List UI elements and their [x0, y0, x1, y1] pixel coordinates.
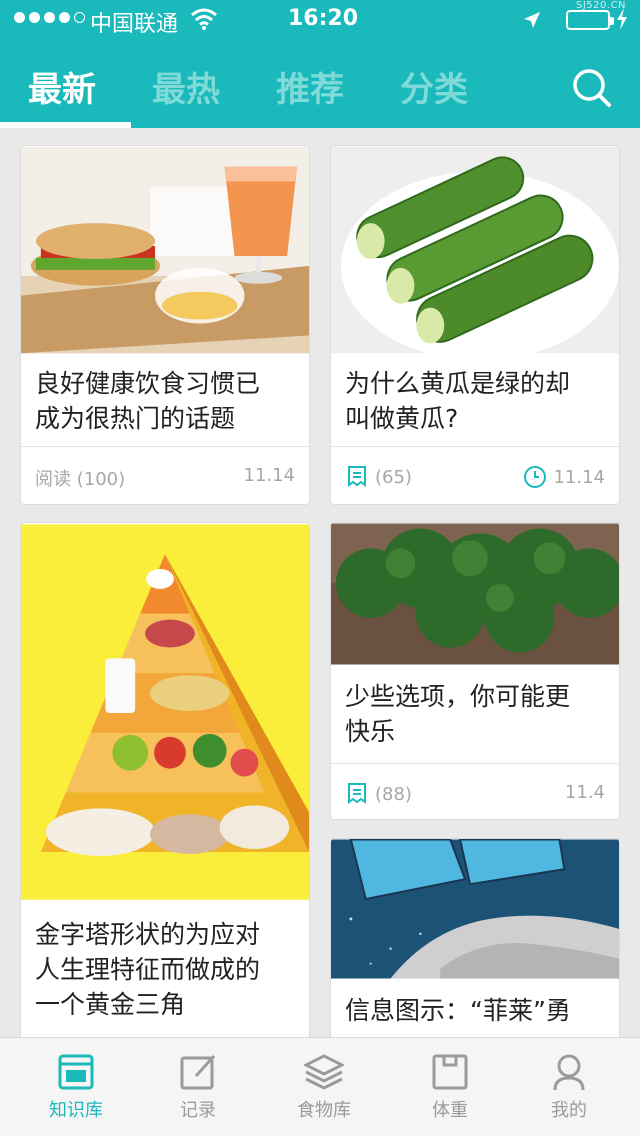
article-card[interactable]: 为什么黄瓜是绿的却 叫做黄瓜? (65) 11.14	[330, 145, 620, 505]
clock-time: 16:20	[288, 6, 359, 31]
kale-photo	[331, 523, 619, 665]
category-tabs: 最新 最热 推荐 分类	[0, 56, 640, 128]
tabbar-item-library[interactable]: 知识库	[31, 1052, 121, 1122]
publish-date: 11.14	[243, 465, 295, 486]
tab-hottest[interactable]: 最热	[152, 62, 220, 111]
article-title: 良好健康饮食习惯已 成为很热门的话题	[35, 369, 261, 433]
app-header: 中国联通 16:20 SJ520.CN 最新 最热 推荐 分类	[0, 0, 640, 128]
food-pyramid-illustration	[21, 524, 309, 900]
article-card[interactable]: 良好健康饮食习惯已 成为很热门的话题 阅读 (100) 11.14	[20, 145, 310, 505]
tabbar-item-profile[interactable]: 我的	[524, 1052, 614, 1122]
signal-strength-icon	[14, 12, 85, 23]
article-card[interactable]: 信息图示：“菲莱”勇	[330, 838, 620, 1058]
layers-icon	[304, 1054, 344, 1090]
article-title: 金字塔形状的为应对 人生理特征而做成的 一个黄金三角	[35, 920, 261, 1019]
breakfast-photo	[21, 146, 309, 354]
article-meta: (88) 11.4	[331, 763, 619, 819]
profile-icon	[553, 1054, 585, 1091]
search-icon[interactable]	[570, 66, 614, 110]
comet-illustration	[331, 839, 619, 979]
bottom-tab-bar: 知识库 记录 食物库 体重 我的	[0, 1037, 640, 1136]
article-meta: 阅读 (100) 11.14	[21, 446, 309, 504]
scale-icon	[432, 1054, 468, 1090]
tabbar-item-food-library[interactable]: 食物库	[279, 1052, 369, 1122]
tab-recommended[interactable]: 推荐	[276, 62, 344, 111]
article-card[interactable]: 少些选项，你可能更 快乐 (88) 11.4	[330, 522, 620, 820]
article-title: 为什么黄瓜是绿的却 叫做黄瓜?	[345, 369, 571, 433]
article-title: 少些选项，你可能更 快乐	[345, 682, 571, 746]
active-tab-indicator	[0, 122, 131, 128]
tabbar-item-record[interactable]: 记录	[153, 1052, 243, 1122]
battery-icon	[566, 10, 614, 30]
read-count-icon	[348, 466, 366, 487]
article-card[interactable]: 金字塔形状的为应对 人生理特征而做成的 一个黄金三角	[20, 522, 310, 1042]
tab-categories[interactable]: 分类	[400, 62, 468, 111]
carrier-name: 中国联通	[90, 12, 179, 37]
read-count: 阅读 (100)	[35, 469, 126, 490]
read-count-icon	[348, 783, 366, 804]
cucumber-photo	[331, 146, 619, 354]
article-meta: (65) 11.14	[331, 446, 619, 504]
charging-icon	[617, 8, 627, 30]
publish-date: 11.4	[564, 782, 605, 803]
tabbar-item-weight[interactable]: 体重	[405, 1052, 495, 1122]
tab-latest[interactable]: 最新	[28, 62, 96, 111]
status-bar: 中国联通 16:20 SJ520.CN	[0, 0, 640, 40]
edit-icon	[180, 1054, 216, 1090]
article-title: 信息图示：“菲莱”勇	[345, 996, 571, 1025]
publish-date: 11.14	[523, 465, 605, 489]
library-icon	[58, 1054, 94, 1090]
wifi-icon	[191, 8, 217, 30]
clock-icon	[524, 466, 547, 488]
read-count: (88)	[345, 782, 412, 806]
location-arrow-icon	[524, 12, 540, 28]
read-count: (65)	[345, 465, 412, 489]
